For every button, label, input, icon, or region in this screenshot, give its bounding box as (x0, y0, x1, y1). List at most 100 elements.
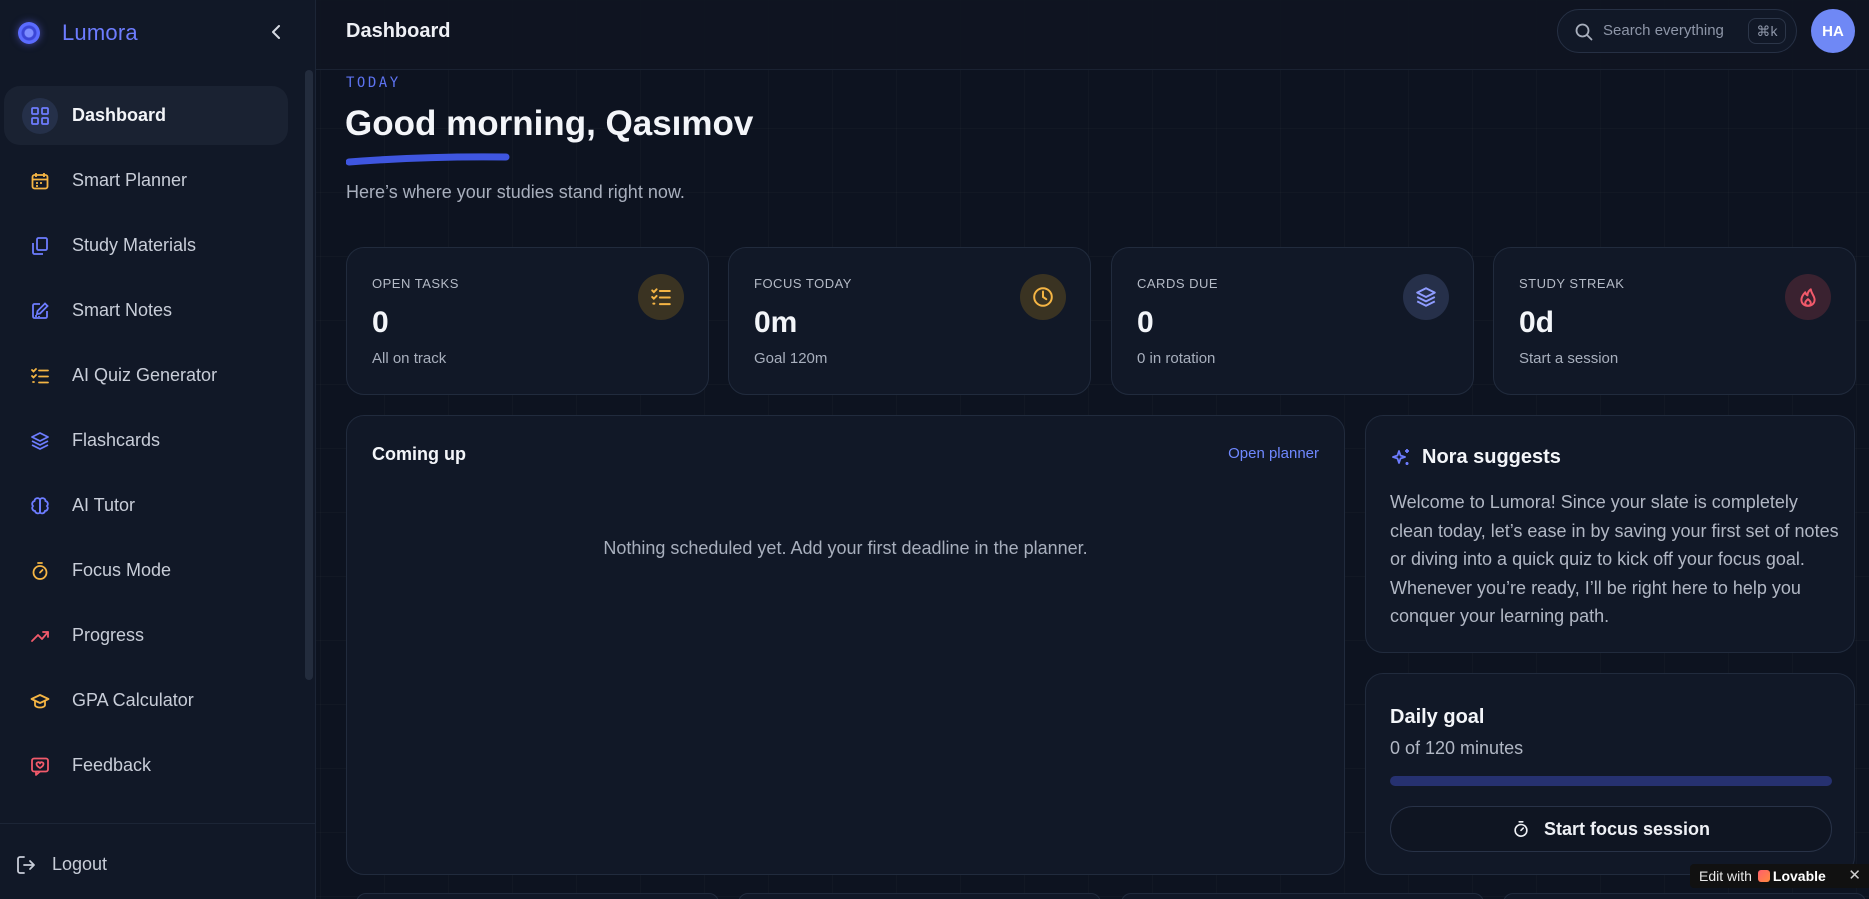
calendar-icon (22, 163, 58, 199)
layers-icon (1403, 274, 1449, 320)
stat-value: 0 (1137, 306, 1154, 339)
search-shortcut: ⌘k (1748, 18, 1786, 44)
sidebar-item-flashcards[interactable]: Flashcards (4, 411, 288, 470)
collapse-sidebar-button[interactable] (266, 20, 286, 44)
greeting-underline (346, 153, 510, 166)
stat-card-open-tasks[interactable]: OPEN TASKS 0 All on track (346, 247, 709, 395)
close-icon[interactable]: ✕ (1848, 866, 1861, 884)
stat-sub: All on track (372, 350, 447, 367)
page-title: Dashboard (346, 20, 451, 42)
graduation-cap-icon (22, 683, 58, 719)
next-row-card (356, 893, 719, 899)
coming-up-empty-state: Nothing scheduled yet. Add your first de… (603, 538, 1088, 558)
nora-header: Nora suggests (1390, 446, 1561, 469)
greeting-subtitle: Here’s where your studies stand right no… (346, 182, 685, 202)
sidebar-item-feedback[interactable]: Feedback (4, 736, 288, 795)
stat-card-focus-today[interactable]: FOCUS TODAY 0m Goal 120m (728, 247, 1091, 395)
dashboard-grid-icon (22, 97, 58, 134)
logout-label: Logout (52, 854, 108, 874)
sidebar-item-label: Smart Notes (72, 300, 173, 320)
sidebar-item-label: GPA Calculator (72, 690, 194, 710)
logout-button[interactable]: Logout (16, 854, 107, 875)
stat-sub: 0 in rotation (1137, 350, 1216, 367)
stat-card-study-streak[interactable]: STUDY STREAK 0d Start a session (1493, 247, 1856, 395)
logout-section: Logout (0, 823, 315, 899)
lovable-logo-icon (1757, 870, 1770, 882)
timer-icon (1514, 820, 1528, 838)
stat-label: STUDY STREAK (1519, 276, 1625, 291)
sparkles-icon (1392, 448, 1409, 465)
checklist-icon (638, 274, 684, 320)
badge-brand: Lovable (1772, 868, 1826, 884)
sidebar-item-label: Smart Planner (72, 170, 188, 190)
top-bar: Dashboard Search everything ⌘k HA (316, 0, 1869, 70)
search-placeholder: Search everything (1603, 22, 1724, 39)
stat-value: 0 (372, 306, 389, 339)
lumora-logo-icon (18, 22, 40, 44)
coming-up-panel: Coming up Open planner Nothing scheduled… (346, 415, 1345, 875)
daily-goal-progress-bar (1390, 776, 1832, 786)
stat-sub: Goal 120m (754, 350, 828, 367)
next-row-card (738, 893, 1101, 899)
sidebar-item-smart-notes[interactable]: Smart Notes (4, 281, 288, 340)
sidebar: Lumora Dashboard Smart Planner Study Mat… (0, 0, 316, 899)
edit-note-icon (22, 293, 58, 329)
logout-icon (17, 855, 35, 874)
nora-suggests-panel: Nora suggests Welcome to Lumora! Since y… (1365, 415, 1855, 653)
layers-icon (22, 423, 58, 459)
next-row-card (1121, 893, 1484, 899)
stat-value: 0d (1519, 306, 1555, 339)
sidebar-item-ai-quiz-generator[interactable]: AI Quiz Generator (4, 346, 288, 405)
search-icon (1575, 23, 1593, 41)
sidebar-item-study-materials[interactable]: Study Materials (4, 216, 288, 275)
sidebar-item-label: AI Quiz Generator (72, 365, 218, 385)
start-focus-session-button[interactable]: Start focus session (1390, 806, 1832, 852)
chevron-left-icon (272, 25, 280, 39)
next-row-card (1503, 893, 1866, 899)
sidebar-item-gpa-calculator[interactable]: GPA Calculator (4, 671, 288, 730)
sidebar-item-label: Progress (72, 625, 145, 645)
greeting-title: Good morning, Qasımov (345, 104, 754, 143)
sidebar-item-progress[interactable]: Progress (4, 606, 288, 665)
sidebar-item-label: Dashboard (72, 105, 167, 125)
nora-message: Welcome to Lumora! Since your slate is c… (1390, 492, 1839, 626)
stat-label: FOCUS TODAY (754, 276, 852, 291)
checklist-icon (22, 358, 58, 394)
sidebar-item-label: Flashcards (72, 430, 161, 450)
date-eyebrow: TODAY (346, 75, 401, 91)
daily-goal-panel: Daily goal 0 of 120 minutes Start focus … (1365, 673, 1855, 875)
sidebar-item-focus-mode[interactable]: Focus Mode (4, 541, 288, 600)
nora-title: Nora suggests (1422, 446, 1561, 468)
edit-with-lovable-badge[interactable]: Edit with Lovable ✕ (1690, 864, 1869, 888)
coming-up-title: Coming up (372, 444, 466, 464)
brain-icon (22, 488, 58, 524)
flame-icon (1785, 274, 1831, 320)
daily-goal-progress-text: 0 of 120 minutes (1390, 738, 1524, 758)
avatar[interactable]: HA (1811, 9, 1855, 53)
sidebar-item-label: Focus Mode (72, 560, 172, 580)
sidebar-item-label: Study Materials (72, 235, 197, 255)
daily-goal-title: Daily goal (1390, 706, 1485, 728)
sidebar-item-dashboard[interactable]: Dashboard (4, 86, 288, 145)
open-planner-link[interactable]: Open planner (1228, 445, 1319, 462)
stat-value: 0m (754, 306, 798, 339)
timer-icon (22, 553, 58, 589)
stat-label: CARDS DUE (1137, 276, 1219, 291)
search-input[interactable]: Search everything ⌘k (1557, 9, 1797, 53)
clock-icon (1020, 274, 1066, 320)
sidebar-item-smart-planner[interactable]: Smart Planner (4, 151, 288, 210)
sidebar-item-ai-tutor[interactable]: AI Tutor (4, 476, 288, 535)
brand-name: Lumora (62, 20, 138, 45)
badge-text: Edit with (1699, 868, 1752, 884)
heart-message-icon (22, 748, 58, 784)
sidebar-item-label: Feedback (72, 755, 152, 775)
sidebar-scrollbar[interactable] (305, 70, 313, 680)
files-icon (22, 228, 58, 264)
sidebar-item-label: AI Tutor (72, 495, 136, 515)
stat-card-cards-due[interactable]: CARDS DUE 0 0 in rotation (1111, 247, 1474, 395)
trending-up-icon (22, 618, 58, 654)
brand[interactable]: Lumora (18, 20, 138, 46)
start-focus-session-label: Start focus session (1543, 818, 1711, 839)
stat-sub: Start a session (1519, 350, 1619, 367)
stat-label: OPEN TASKS (372, 276, 459, 291)
